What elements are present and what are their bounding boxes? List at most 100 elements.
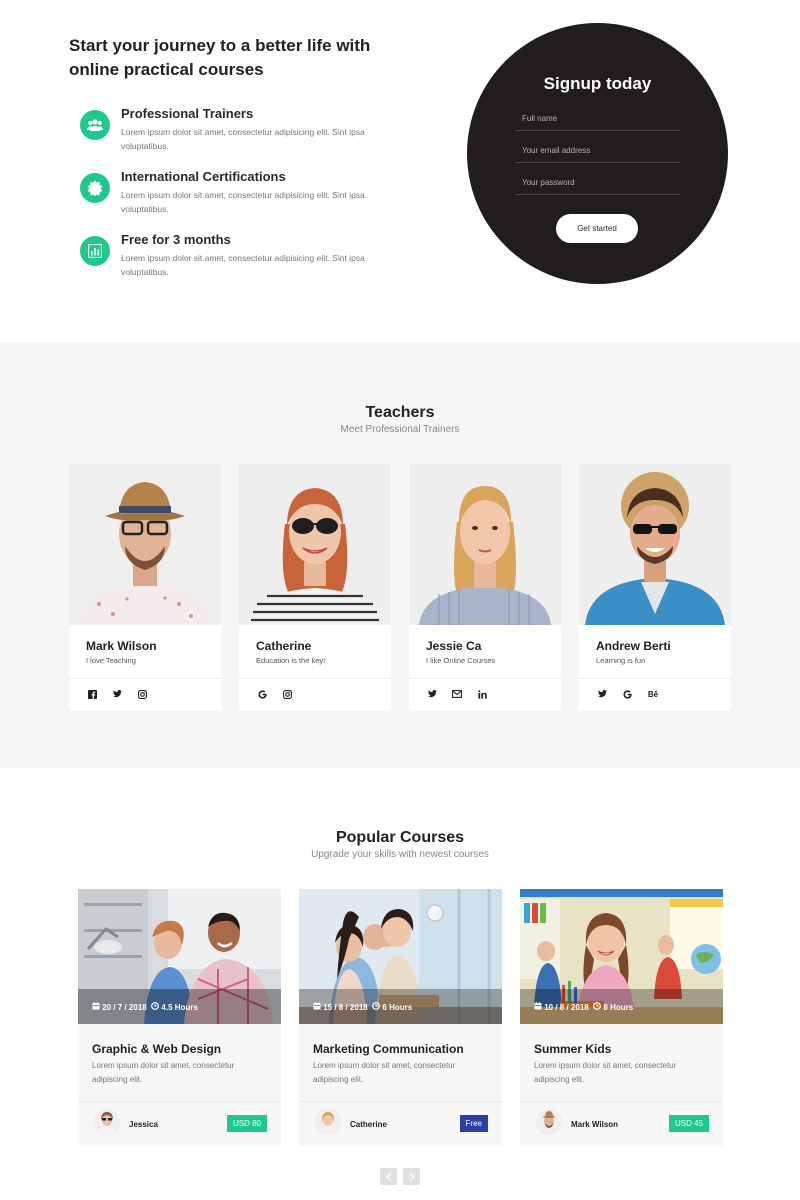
course-card[interactable]: 20 / 7 / 2018 4.5 Hours Graphic & Web De…: [78, 889, 281, 1146]
course-description: Lorem ipsum dolor sit amet, consectetur …: [92, 1061, 235, 1084]
hero-title: Start your journey to a better life with…: [69, 36, 371, 79]
badge-icon: [80, 173, 110, 203]
course-author: Jessica: [129, 1120, 158, 1129]
chart-icon: [80, 236, 110, 266]
hero-section: Start your journey to a better life with…: [0, 0, 800, 343]
course-card[interactable]: 15 / 8 / 2018 6 Hours Marketing Communic…: [299, 889, 502, 1146]
teacher-card: Andrew Berti Learning is fun Bē: [579, 464, 731, 710]
twitter-icon[interactable]: [426, 688, 438, 700]
course-date: 20 / 7 / 2018: [102, 1003, 147, 1012]
teacher-social-links: [426, 688, 488, 700]
teacher-social-links: Bē: [596, 688, 660, 700]
feature-description: Lorem ipsum dolor sit amet, consectetur …: [121, 127, 365, 151]
feature-title: Professional Trainers: [121, 106, 254, 121]
full-name-input[interactable]: [515, 107, 680, 131]
google-icon[interactable]: [256, 688, 268, 700]
signup-title: Signup today: [543, 74, 652, 93]
avatar: [536, 1109, 562, 1135]
teacher-name: Mark Wilson: [86, 639, 157, 653]
course-date: 15 / 8 / 2018: [323, 1003, 368, 1012]
clock-icon: [372, 1002, 381, 1010]
course-duration: 6 Hours: [382, 1003, 413, 1012]
course-author: Catherine: [350, 1120, 387, 1129]
email-input[interactable]: [515, 139, 680, 163]
get-started-button[interactable]: Get started: [556, 214, 638, 243]
course-title[interactable]: Summer Kids: [534, 1042, 611, 1056]
teacher-card: Mark Wilson I love Teaching: [69, 464, 221, 710]
teacher-photo: [409, 464, 561, 625]
courses-section: Popular Courses Upgrade your skills with…: [0, 768, 800, 1200]
teacher-tagline: Education is the key!: [256, 656, 326, 665]
users-icon: [80, 110, 110, 140]
feature-description: Lorem ipsum dolor sit amet, consectetur …: [121, 253, 365, 277]
linkedin-icon[interactable]: [476, 688, 488, 700]
twitter-icon[interactable]: [111, 688, 123, 700]
course-meta: 20 / 7 / 2018 4.5 Hours: [92, 1002, 198, 1012]
signup-form: Signup today Get started: [467, 23, 728, 284]
course-duration: 4.5 Hours: [161, 1003, 198, 1012]
feature-item: International Certifications Lorem ipsum…: [80, 169, 380, 219]
courses-title: Popular Courses: [335, 829, 465, 846]
calendar-icon: [313, 1002, 321, 1010]
feature-title: Free for 3 months: [121, 232, 231, 247]
teacher-card: Catherine Education is the key!: [239, 464, 391, 710]
course-description: Lorem ipsum dolor sit amet, consectetur …: [534, 1061, 677, 1084]
teachers-section: Teachers Meet Professional Trainers Mark…: [0, 343, 800, 768]
clock-icon: [151, 1002, 160, 1010]
carousel-prev-button[interactable]: [380, 1168, 397, 1185]
teacher-social-links: [256, 688, 293, 700]
divider: [579, 678, 731, 679]
divider: [78, 1101, 281, 1102]
calendar-icon: [534, 1002, 542, 1010]
carousel-next-button[interactable]: [403, 1168, 420, 1185]
teacher-name: Jessie Ca: [426, 639, 482, 653]
instagram-icon[interactable]: [281, 688, 293, 700]
divider: [69, 678, 221, 679]
course-meta: 10 / 8 / 2018 8 Hours: [534, 1002, 633, 1012]
feature-item: Professional Trainers Lorem ipsum dolor …: [80, 106, 380, 156]
course-author: Mark Wilson: [571, 1120, 619, 1129]
google-icon[interactable]: [621, 688, 633, 700]
divider: [299, 1101, 502, 1102]
teachers-title: Teachers: [365, 404, 435, 421]
divider: [409, 678, 561, 679]
course-title[interactable]: Graphic & Web Design: [92, 1042, 221, 1056]
course-price-badge: USD 80: [226, 1115, 267, 1132]
course-meta: 15 / 8 / 2018 6 Hours: [313, 1002, 412, 1012]
feature-title: International Certifications: [121, 169, 286, 184]
course-price-badge: Free: [459, 1115, 488, 1132]
twitter-icon[interactable]: [596, 688, 608, 700]
course-title[interactable]: Marketing Communication: [313, 1042, 464, 1056]
chevron-left-icon: [385, 1172, 391, 1181]
course-card[interactable]: 10 / 8 / 2018 8 Hours Summer Kids Lorem …: [520, 889, 723, 1146]
mail-icon[interactable]: [451, 688, 463, 700]
teacher-social-links: [86, 688, 148, 700]
teacher-photo: [69, 464, 221, 625]
feature-description: Lorem ipsum dolor sit amet, consectetur …: [121, 190, 365, 214]
facebook-icon[interactable]: [86, 688, 98, 700]
instagram-icon[interactable]: [136, 688, 148, 700]
teacher-tagline: I love Teaching: [86, 656, 136, 665]
courses-subtitle: Upgrade your skills with newest courses: [311, 849, 489, 860]
divider: [520, 1101, 723, 1102]
teacher-photo: [579, 464, 731, 625]
calendar-icon: [92, 1002, 100, 1010]
course-date: 10 / 8 / 2018: [544, 1003, 589, 1012]
avatar: [315, 1109, 341, 1135]
teacher-tagline: I like Online Courses: [426, 656, 496, 665]
course-description: Lorem ipsum dolor sit amet, consectetur …: [313, 1061, 456, 1084]
teacher-tagline: Learning is fun: [596, 656, 646, 665]
teacher-photo: [239, 464, 391, 625]
chevron-right-icon: [409, 1172, 415, 1181]
course-duration: 8 Hours: [603, 1003, 634, 1012]
feature-item: Free for 3 months Lorem ipsum dolor sit …: [80, 232, 380, 282]
behance-icon[interactable]: Bē: [646, 688, 660, 700]
teacher-name: Andrew Berti: [596, 639, 671, 653]
teacher-card: Jessie Ca I like Online Courses: [409, 464, 561, 710]
teachers-subtitle: Meet Professional Trainers: [340, 424, 460, 435]
password-input[interactable]: [515, 171, 680, 195]
clock-icon: [593, 1002, 602, 1010]
avatar: [94, 1109, 120, 1135]
divider: [239, 678, 391, 679]
teacher-name: Catherine: [256, 639, 312, 653]
